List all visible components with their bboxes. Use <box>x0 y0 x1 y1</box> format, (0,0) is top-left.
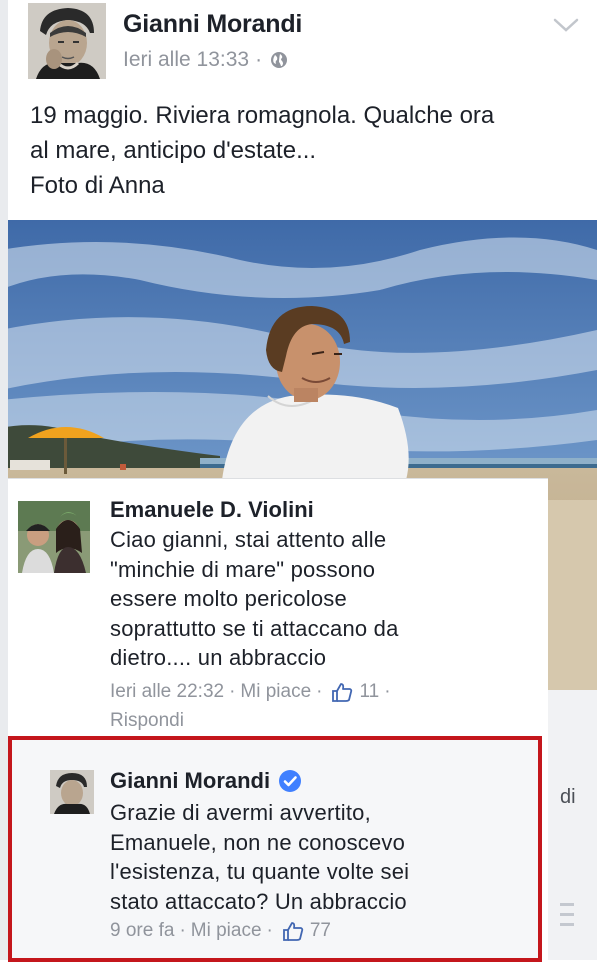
author-avatar[interactable] <box>28 3 106 79</box>
post-text: 19 maggio. Riviera romagnola. Qualche or… <box>30 98 575 203</box>
comment-text-line: Ciao gianni, stai attento alle <box>110 527 387 552</box>
chevron-down-icon[interactable] <box>552 16 580 34</box>
like-count: 77 <box>309 920 331 941</box>
comment-text-line: soprattutto se ti attaccano da <box>110 615 399 641</box>
post-text-line: 19 maggio. Riviera romagnola. Qualche or… <box>30 102 495 129</box>
reply-author-name-row: Gianni Morandi <box>110 768 302 794</box>
comment-text: Ciao gianni, stai attento alle "minchie … <box>110 525 530 673</box>
comment-text-line: essere molto pericolose <box>110 586 347 611</box>
like-count: 11 <box>359 681 380 702</box>
left-rail <box>0 0 8 960</box>
reply-author-avatar[interactable] <box>50 770 94 814</box>
commenter-avatar[interactable] <box>18 501 90 573</box>
comment-text-line: "minchie di mare" possono <box>110 556 376 582</box>
thumbs-up-icon[interactable] <box>282 921 304 941</box>
reply-text: Grazie di avermi avvertito, Emanuele, no… <box>110 798 530 916</box>
post-timestamp[interactable]: Ieri alle 13:33 <box>123 48 249 72</box>
reply-text-line: stato attaccato? Un abbraccio <box>110 888 407 914</box>
comment-text-line: dietro.... un abbraccio <box>110 645 327 670</box>
post-text-line: al mare, anticipo d'estate... <box>30 137 317 164</box>
globe-icon <box>271 52 288 68</box>
reply-text-line: l'esistenza, tu quante volte sei <box>110 859 410 884</box>
reply-text-line: Emanuele, non ne conoscevo <box>110 829 406 855</box>
post-author-name[interactable]: Gianni Morandi <box>123 10 302 39</box>
menu-icon[interactable] <box>556 895 576 935</box>
comment-timestamp[interactable]: Ieri alle 22:32 <box>110 677 224 706</box>
post-meta: Ieri alle 13:33 · <box>123 48 288 72</box>
meta-separator: · <box>316 681 323 702</box>
verified-badge-icon <box>279 770 302 792</box>
reply-meta: 9 ore fa · Mi piace · 77 <box>110 920 331 942</box>
comment: Emanuele D. Violini Ciao gianni, stai at… <box>8 478 548 737</box>
like-link[interactable]: Mi piace <box>240 677 311 706</box>
meta-separator: · <box>266 920 273 941</box>
reply-timestamp[interactable]: 9 ore fa <box>110 920 174 942</box>
comment-meta: Ieri alle 22:32 · Mi piace · 11 · Rispon… <box>110 677 391 735</box>
post-text-line: Foto di Anna <box>30 172 165 199</box>
thumbs-up-icon[interactable] <box>331 682 353 702</box>
meta-separator: · <box>179 920 186 941</box>
like-link[interactable]: Mi piace <box>191 920 262 942</box>
post-header: Gianni Morandi Ieri alle 13:33 · 19 magg… <box>0 0 597 220</box>
side-card-text: di <box>560 786 576 808</box>
meta-separator: · <box>229 681 236 702</box>
commenter-name[interactable]: Emanuele D. Violini <box>110 497 314 523</box>
meta-separator: · <box>384 681 391 702</box>
highlighted-reply: Gianni Morandi Grazie di avermi avvertit… <box>8 736 542 962</box>
reply-author-name[interactable]: Gianni Morandi <box>110 768 270 794</box>
reply-link[interactable]: Rispondi <box>110 706 184 735</box>
reply-text-line: Grazie di avermi avvertito, <box>110 800 371 825</box>
meta-separator: · <box>255 48 263 71</box>
